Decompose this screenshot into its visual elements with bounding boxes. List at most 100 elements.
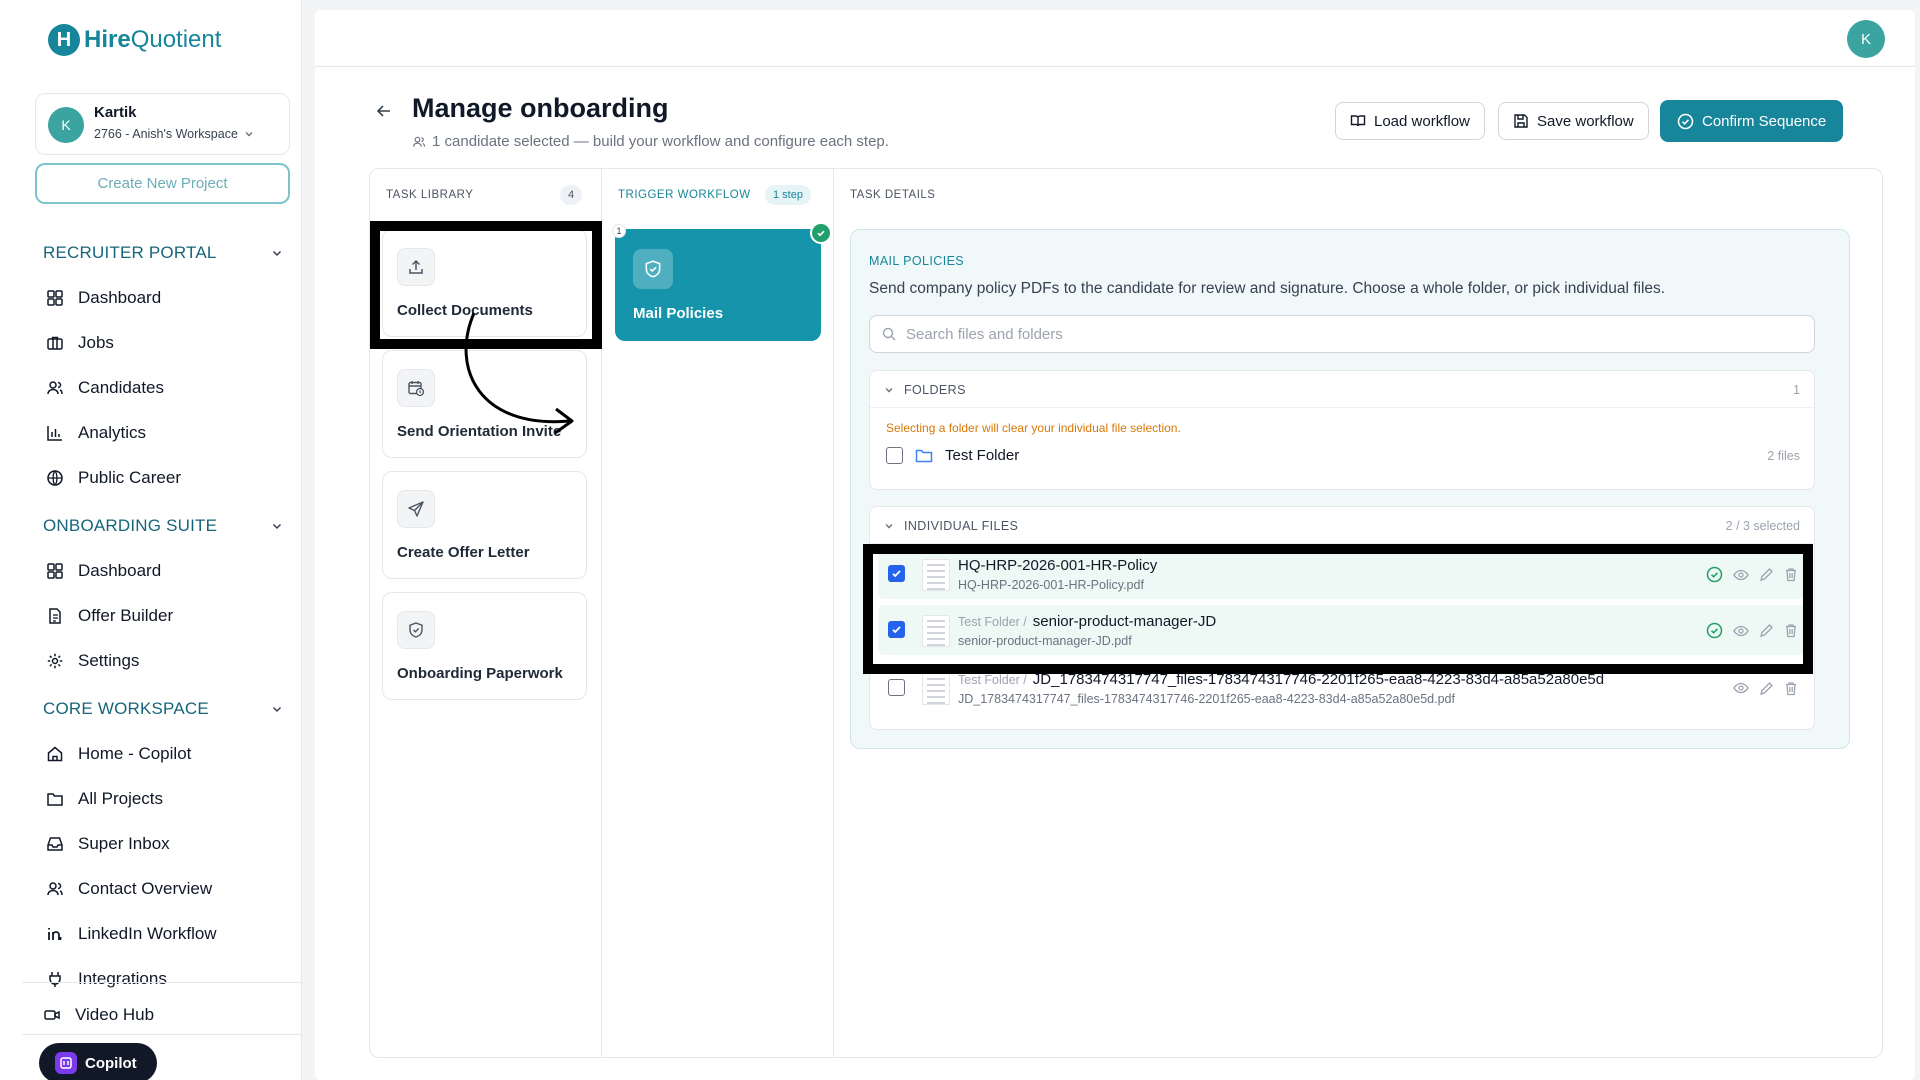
sidebar-item-jobs[interactable]: Jobs [46, 333, 114, 353]
sidebar-item-label: Jobs [78, 333, 114, 352]
file-checkbox[interactable] [888, 679, 905, 696]
sidebar-item-integrations[interactable]: Integrations [46, 969, 167, 989]
workspace-name-row: 2766 - Anish's Workspace [94, 127, 254, 141]
back-button[interactable] [375, 102, 393, 120]
folders-toggle[interactable]: FOLDERS [884, 383, 966, 397]
copilot-button[interactable]: Copilot [39, 1043, 157, 1080]
section-title: CORE WORKSPACE [43, 699, 209, 718]
folder-warning: Selecting a folder will clear your indiv… [886, 421, 1181, 435]
task-onboarding-paperwork[interactable]: Onboarding Paperwork [382, 592, 587, 700]
folder-icon [915, 449, 933, 462]
column-title: TASK LIBRARY [386, 189, 474, 201]
folder-file-count: 2 files [1767, 448, 1800, 463]
arrow-left-icon [376, 105, 390, 117]
sidebar-item-label: Dashboard [78, 561, 162, 580]
button-label: Load workflow [1374, 112, 1470, 130]
file-folder-prefix: Test Folder / [958, 673, 1027, 687]
workflow-board: TASK LIBRARY 4 Collect Documents Send Or… [369, 168, 1883, 1058]
avatar[interactable]: K [1847, 20, 1885, 58]
main-content: K Manage onboarding 1 candidate selected… [315, 10, 1915, 1080]
workspace-user: Kartik [94, 104, 137, 121]
sidebar-item-label: Candidates [78, 378, 165, 397]
folder-checkbox[interactable] [886, 447, 903, 464]
divider [22, 982, 302, 983]
document-icon [49, 608, 61, 624]
sidebar-item-label: Settings [78, 651, 140, 670]
save-icon [1514, 114, 1528, 128]
sidebar-item-label: Integrations [78, 969, 167, 988]
sidebar-item-onboarding-dashboard[interactable]: Dashboard [46, 561, 161, 581]
sidebar-inner: H HireQuotient K Kartik 2766 - Anish's W… [22, 0, 302, 1080]
section-title: FOLDERS [904, 383, 966, 397]
sidebar-item-label: Home - Copilot [78, 744, 192, 763]
load-workflow-button[interactable]: Load workflow [1335, 102, 1485, 140]
dashboard-icon [47, 290, 63, 306]
step-number-badge: 1 [612, 224, 626, 238]
chevron-down-icon [245, 132, 253, 137]
users-icon [412, 136, 426, 147]
files-toggle[interactable]: INDIVIDUAL FILES [884, 519, 1018, 533]
sidebar-item-label: LinkedIn Workflow [78, 924, 217, 943]
users-icon [47, 381, 63, 395]
workspace-switcher[interactable]: K Kartik 2766 - Anish's Workspace [35, 93, 290, 155]
folders-count: 1 [1793, 383, 1800, 397]
steps-badge: 1 step [765, 185, 811, 205]
section-recruiter-portal[interactable]: RECRUITER PORTAL [43, 243, 283, 263]
sidebar-item-candidates[interactable]: Candidates [46, 378, 164, 398]
check-circle-icon [1677, 113, 1694, 129]
brand-logo[interactable]: H HireQuotient [48, 24, 221, 56]
step-label: Mail Policies [633, 305, 724, 322]
column-title: TASK DETAILS [850, 189, 936, 201]
folder-name: Test Folder [945, 447, 1020, 464]
chevron-down-icon [272, 250, 282, 257]
shield-check-icon [633, 249, 673, 289]
create-new-project-button[interactable]: Create New Project [35, 163, 290, 204]
eye-icon[interactable] [1733, 680, 1749, 696]
search-placeholder: Search files and folders [906, 325, 1063, 343]
section-core-workspace[interactable]: CORE WORKSPACE [43, 699, 283, 719]
home-icon [47, 746, 63, 762]
chevron-down-icon [885, 524, 893, 529]
sidebar-item-all-projects[interactable]: All Projects [46, 789, 163, 809]
plug-icon [49, 972, 61, 987]
sidebar: H HireQuotient K Kartik 2766 - Anish's W… [0, 0, 302, 1080]
mail-policies-panel: MAIL POLICIES Send company policy PDFs t… [850, 229, 1850, 749]
inbox-icon [47, 837, 63, 851]
briefcase-icon [47, 336, 63, 350]
workflow-step-mail-policies[interactable]: Mail Policies [615, 229, 821, 341]
panel-title: MAIL POLICIES [869, 254, 965, 268]
subtitle-text: 1 candidate selected — build your workfl… [432, 133, 889, 150]
bar-chart-icon [47, 426, 62, 441]
sidebar-item-settings[interactable]: Settings [46, 651, 139, 671]
check-circle-icon [810, 222, 832, 244]
brand-name-bold: Hire [84, 26, 131, 53]
sidebar-item-analytics[interactable]: Analytics [46, 423, 146, 443]
folder-row[interactable]: Test Folder 2 files [886, 447, 1800, 464]
folders-section: FOLDERS 1 Selecting a folder will clear … [869, 370, 1815, 490]
sidebar-item-video-hub[interactable]: Video Hub [43, 1005, 154, 1025]
save-workflow-button[interactable]: Save workflow [1498, 102, 1649, 140]
sidebar-item-dashboard[interactable]: Dashboard [46, 288, 161, 308]
sidebar-item-offer-builder[interactable]: Offer Builder [46, 606, 173, 626]
task-create-offer-letter[interactable]: Create Offer Letter [382, 471, 587, 579]
copilot-icon [55, 1052, 77, 1074]
sidebar-item-home-copilot[interactable]: Home - Copilot [46, 744, 191, 764]
confirm-sequence-button[interactable]: Confirm Sequence [1660, 100, 1844, 142]
page-subtitle: 1 candidate selected — build your workfl… [412, 133, 889, 150]
task-details-column: TASK DETAILS MAIL POLICIES Send company … [834, 169, 1884, 1057]
pencil-icon[interactable] [1759, 681, 1774, 696]
section-onboarding-suite[interactable]: ONBOARDING SUITE [43, 516, 283, 536]
search-input[interactable]: Search files and folders [869, 315, 1815, 353]
dashboard-icon [47, 563, 63, 579]
sidebar-item-label: Contact Overview [78, 879, 213, 898]
sidebar-item-super-inbox[interactable]: Super Inbox [46, 834, 170, 854]
chevron-down-icon [272, 523, 282, 530]
drag-arrow-annotation [464, 312, 574, 435]
trash-icon[interactable] [1784, 681, 1798, 696]
sidebar-item-contact-overview[interactable]: Contact Overview [46, 879, 212, 899]
panel-description: Send company policy PDFs to the candidat… [869, 280, 1666, 297]
search-icon [882, 327, 896, 341]
sidebar-item-linkedin-workflow[interactable]: LinkedIn Workflow [46, 924, 217, 944]
sidebar-item-public-career[interactable]: Public Career [46, 468, 181, 488]
workspace-name: 2766 - Anish's Workspace [94, 127, 238, 141]
